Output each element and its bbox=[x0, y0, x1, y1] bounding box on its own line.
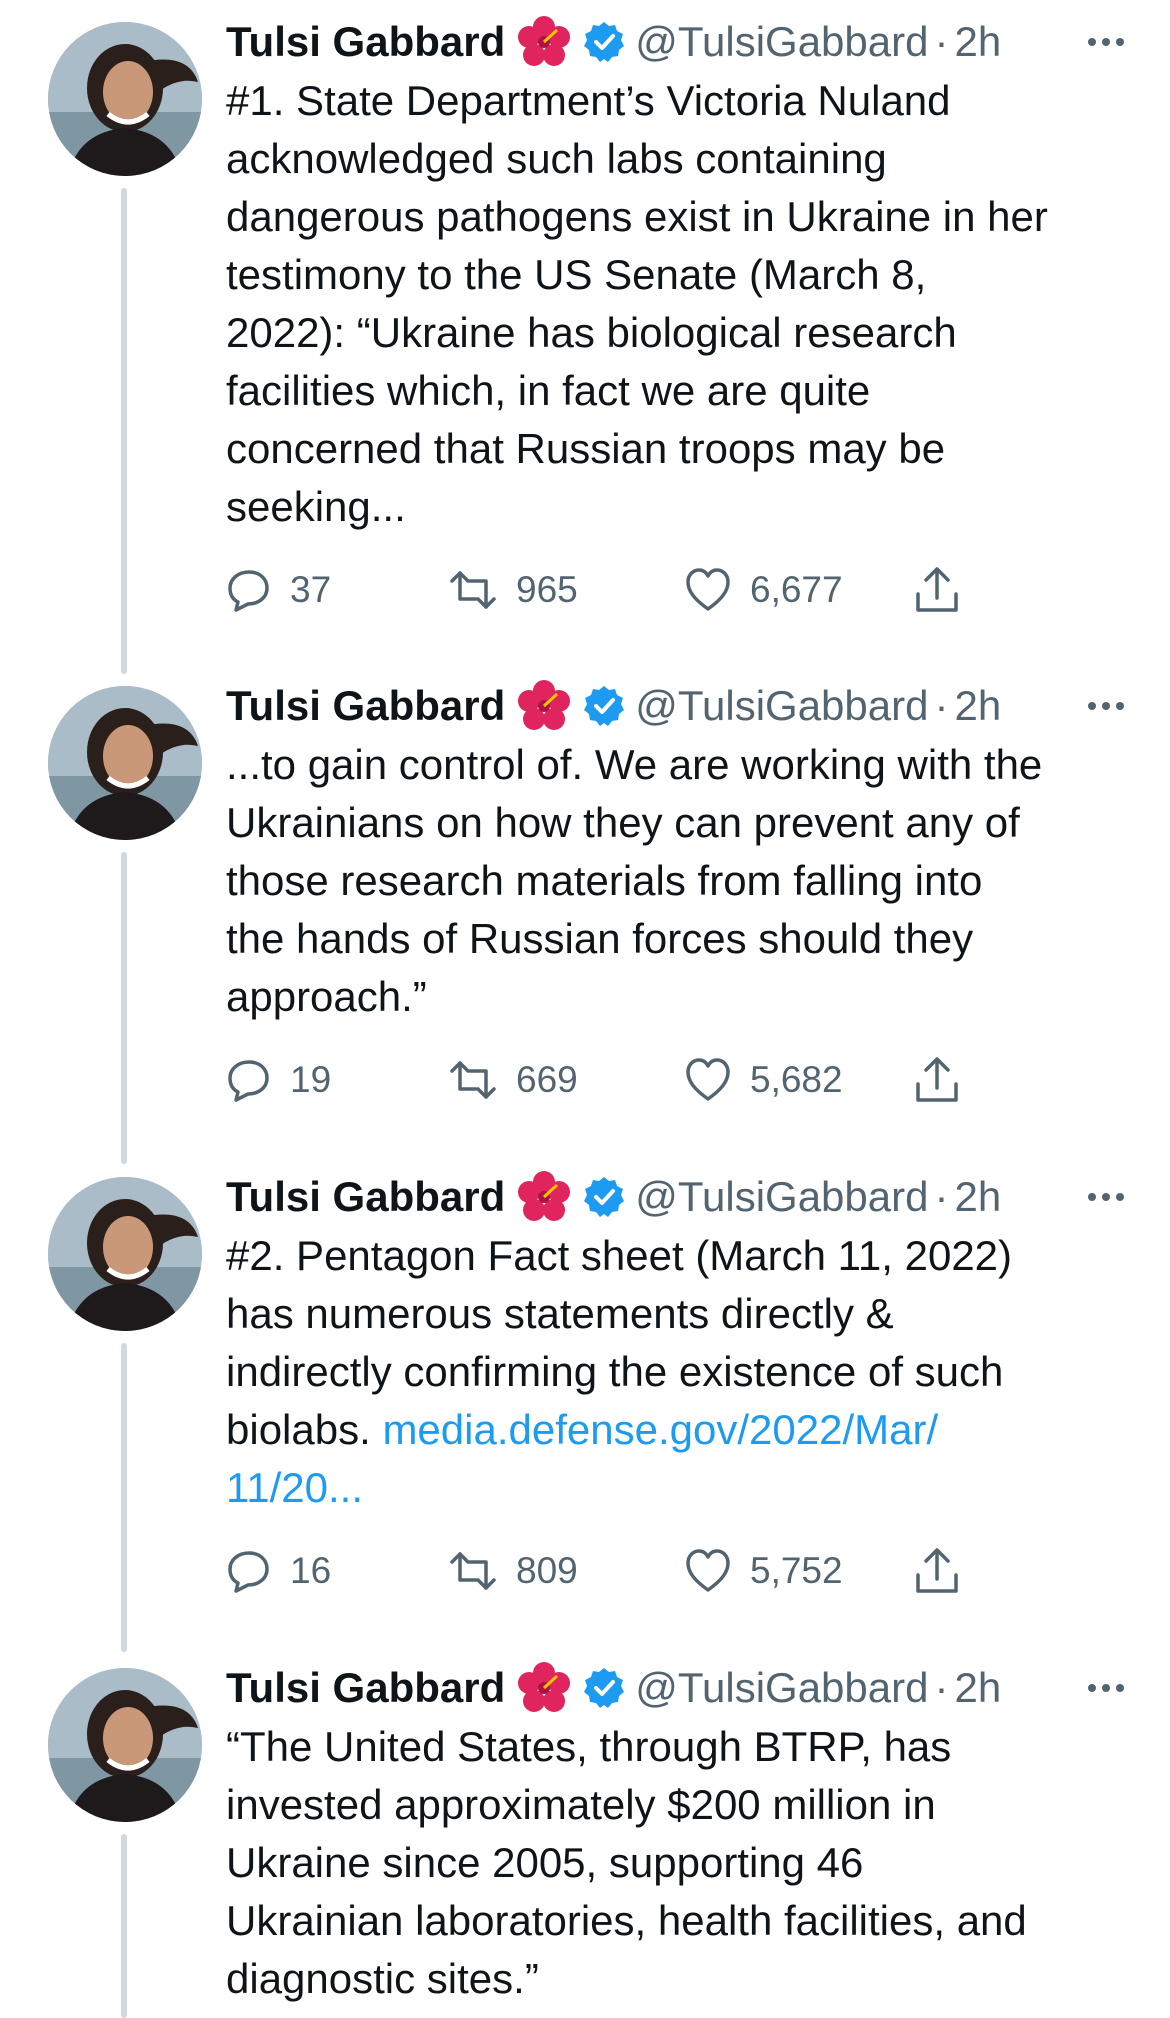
tweet[interactable]: Tulsi Gabbard @TulsiGabbard · 2h ...to g… bbox=[226, 676, 1126, 1112]
share-icon bbox=[916, 567, 958, 612]
display-name[interactable]: Tulsi Gabbard bbox=[226, 12, 505, 72]
more-options-icon bbox=[1088, 1684, 1124, 1692]
avatar[interactable] bbox=[48, 686, 202, 840]
like-icon bbox=[686, 1058, 730, 1101]
retweet-count: 965 bbox=[516, 569, 578, 610]
like-button[interactable]: 6,677 bbox=[684, 558, 843, 622]
thread-line bbox=[121, 852, 127, 1164]
verified-badge-icon bbox=[584, 686, 625, 726]
verified-badge-icon bbox=[584, 22, 625, 62]
hibiscus-icon bbox=[518, 1662, 571, 1712]
like-count: 5,752 bbox=[750, 1550, 843, 1591]
separator: · bbox=[934, 682, 949, 729]
display-name[interactable]: Tulsi Gabbard bbox=[226, 1167, 505, 1227]
avatar[interactable] bbox=[48, 1668, 202, 1822]
reply-button[interactable]: 19 bbox=[226, 1048, 331, 1112]
tweet[interactable]: Tulsi Gabbard @TulsiGabbard · 2h #2. Pen… bbox=[226, 1167, 1126, 1603]
handle[interactable]: @TulsiGabbard bbox=[635, 1167, 928, 1227]
share-icon bbox=[916, 1548, 958, 1593]
thread-line bbox=[121, 1343, 127, 1652]
tweet-text: #2. Pentagon Fact sheet (March 11, 2022)… bbox=[226, 1227, 1126, 1517]
display-name[interactable]: Tulsi Gabbard bbox=[226, 1658, 505, 1718]
timestamp[interactable]: 2h bbox=[954, 1167, 1001, 1227]
like-icon bbox=[686, 568, 730, 611]
tweet-text: ...to gain control of. We are working wi… bbox=[226, 741, 1043, 1020]
retweet-button[interactable]: 965 bbox=[448, 558, 578, 622]
reply-icon bbox=[228, 1551, 269, 1593]
verified-badge-icon bbox=[584, 1668, 625, 1708]
retweet-count: 669 bbox=[516, 1059, 578, 1100]
profile-photo bbox=[48, 1177, 202, 1331]
like-count: 6,677 bbox=[750, 569, 843, 610]
share-button[interactable] bbox=[914, 1048, 960, 1112]
tweet[interactable]: Tulsi Gabbard @TulsiGabbard · 2h #1. Sta… bbox=[226, 12, 1126, 622]
timestamp[interactable]: 2h bbox=[954, 12, 1001, 72]
tweet-actions: 16 809 5,752 bbox=[226, 1539, 1126, 1603]
avatar[interactable] bbox=[48, 22, 202, 176]
hibiscus-icon bbox=[518, 16, 571, 66]
reply-count: 19 bbox=[290, 1059, 332, 1100]
thread-line bbox=[121, 188, 127, 674]
share-button[interactable] bbox=[914, 1539, 960, 1603]
reply-icon bbox=[228, 1060, 269, 1102]
share-button[interactable] bbox=[914, 558, 960, 622]
more-options-button[interactable] bbox=[1066, 1658, 1126, 1718]
handle[interactable]: @TulsiGabbard bbox=[635, 676, 928, 736]
separator: · bbox=[934, 18, 949, 65]
reply-count: 37 bbox=[290, 569, 332, 610]
hibiscus-icon bbox=[518, 680, 571, 730]
like-button[interactable]: 5,682 bbox=[684, 1048, 843, 1112]
tweet-header: Tulsi Gabbard @TulsiGabbard · 2h bbox=[226, 12, 1126, 72]
reply-icon bbox=[228, 570, 269, 612]
more-options-button[interactable] bbox=[1066, 676, 1126, 736]
tweet-actions: 19 669 5,682 bbox=[226, 1048, 1126, 1112]
handle[interactable]: @TulsiGabbard bbox=[635, 1658, 928, 1718]
separator: · bbox=[934, 1173, 949, 1220]
profile-photo bbox=[48, 22, 202, 176]
tweet-text: #1. State Department’s Victoria Nuland a… bbox=[226, 77, 1048, 530]
more-options-icon bbox=[1088, 38, 1124, 46]
more-options-button[interactable] bbox=[1066, 1167, 1126, 1227]
handle[interactable]: @TulsiGabbard bbox=[635, 12, 928, 72]
profile-photo bbox=[48, 686, 202, 840]
verified-badge-icon bbox=[584, 1177, 625, 1217]
retweet-icon bbox=[450, 1552, 496, 1590]
more-options-icon bbox=[1088, 702, 1124, 710]
reply-count: 16 bbox=[290, 1550, 332, 1591]
tweet-header: Tulsi Gabbard @TulsiGabbard · 2h bbox=[226, 1658, 1126, 1718]
timestamp[interactable]: 2h bbox=[954, 676, 1001, 736]
profile-photo bbox=[48, 1668, 202, 1822]
thread-line bbox=[121, 1834, 127, 2018]
like-icon bbox=[686, 1549, 730, 1592]
more-options-icon bbox=[1088, 1193, 1124, 1201]
more-options-button[interactable] bbox=[1066, 12, 1126, 72]
tweet-text: “The United States, through BTRP, has in… bbox=[226, 1723, 1027, 2002]
tweet-header: Tulsi Gabbard @TulsiGabbard · 2h bbox=[226, 1167, 1126, 1227]
reply-button[interactable]: 37 bbox=[226, 558, 331, 622]
tweet[interactable]: Tulsi Gabbard @TulsiGabbard · 2h “The Un… bbox=[226, 1658, 1126, 2008]
tweet-header: Tulsi Gabbard @TulsiGabbard · 2h bbox=[226, 676, 1126, 736]
retweet-icon bbox=[450, 1061, 496, 1099]
separator: · bbox=[934, 1664, 949, 1711]
timestamp[interactable]: 2h bbox=[954, 1658, 1001, 1718]
retweet-button[interactable]: 809 bbox=[448, 1539, 578, 1603]
tweet-actions: 37 965 6,677 bbox=[226, 558, 1126, 622]
display-name[interactable]: Tulsi Gabbard bbox=[226, 676, 505, 736]
reply-button[interactable]: 16 bbox=[226, 1539, 331, 1603]
share-icon bbox=[916, 1057, 958, 1102]
retweet-button[interactable]: 669 bbox=[448, 1048, 578, 1112]
hibiscus-icon bbox=[518, 1171, 571, 1221]
like-count: 5,682 bbox=[750, 1059, 843, 1100]
retweet-count: 809 bbox=[516, 1550, 578, 1591]
retweet-icon bbox=[450, 571, 496, 609]
like-button[interactable]: 5,752 bbox=[684, 1539, 843, 1603]
avatar[interactable] bbox=[48, 1177, 202, 1331]
